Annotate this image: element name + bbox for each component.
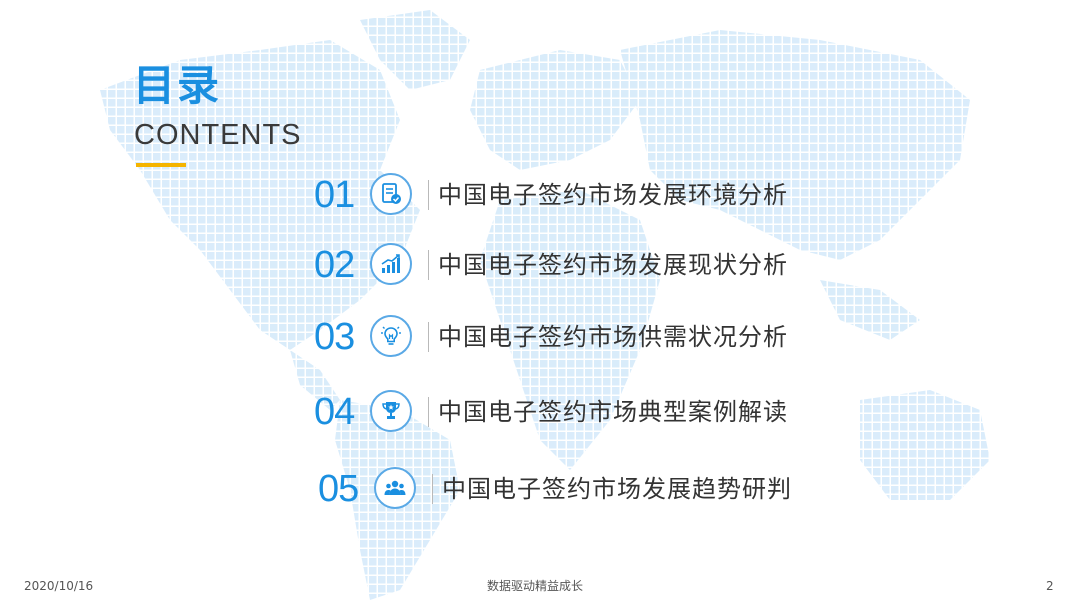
toc-item-04[interactable]: 04 中国电子签约市场典型案例解读 [314,389,834,435]
page-title: 目录 [133,61,222,110]
footer-date: 2020/10/16 [24,579,94,593]
toc-label: 中国电子签约市场发展环境分析 [438,181,788,209]
toc-item-03[interactable]: 03 中国电子签约市场供需状况分析 [314,314,834,360]
footer-slogan: 数据驱动精益成长 [487,579,584,593]
toc-label: 中国电子签约市场发展现状分析 [438,251,788,279]
toc-label: 中国电子签约市场供需状况分析 [438,323,788,351]
toc-label: 中国电子签约市场发展趋势研判 [442,475,792,503]
growth-chart-icon [370,243,412,285]
document-check-icon [370,173,412,215]
toc-label: 中国电子签约市场典型案例解读 [438,398,788,426]
lightbulb-icon [370,315,412,357]
page-number: 2 [1046,579,1054,593]
toc-item-01[interactable]: 01 中国电子签约市场发展环境分析 [314,172,834,218]
trophy-icon [370,390,412,432]
toc-number: 05 [318,468,359,510]
toc-number: 03 [314,316,355,358]
toc-number: 02 [314,244,355,286]
slide: 目录 CONTENTS 01 中国电子签约市场发展环境分析 02 中国电子签约市… [0,0,1080,608]
toc-number: 01 [314,174,355,216]
title-underline [136,163,186,167]
toc-divider [428,322,429,352]
toc-divider [428,250,429,280]
people-icon [374,467,416,509]
toc-divider [428,180,429,210]
toc-number: 04 [314,391,355,433]
toc-item-02[interactable]: 02 中国电子签约市场发展现状分析 [314,242,834,288]
page-subtitle: CONTENTS [134,119,302,151]
toc-divider [428,397,429,427]
toc-item-05[interactable]: 05 中国电子签约市场发展趋势研判 [318,466,838,512]
toc-divider [432,474,433,504]
